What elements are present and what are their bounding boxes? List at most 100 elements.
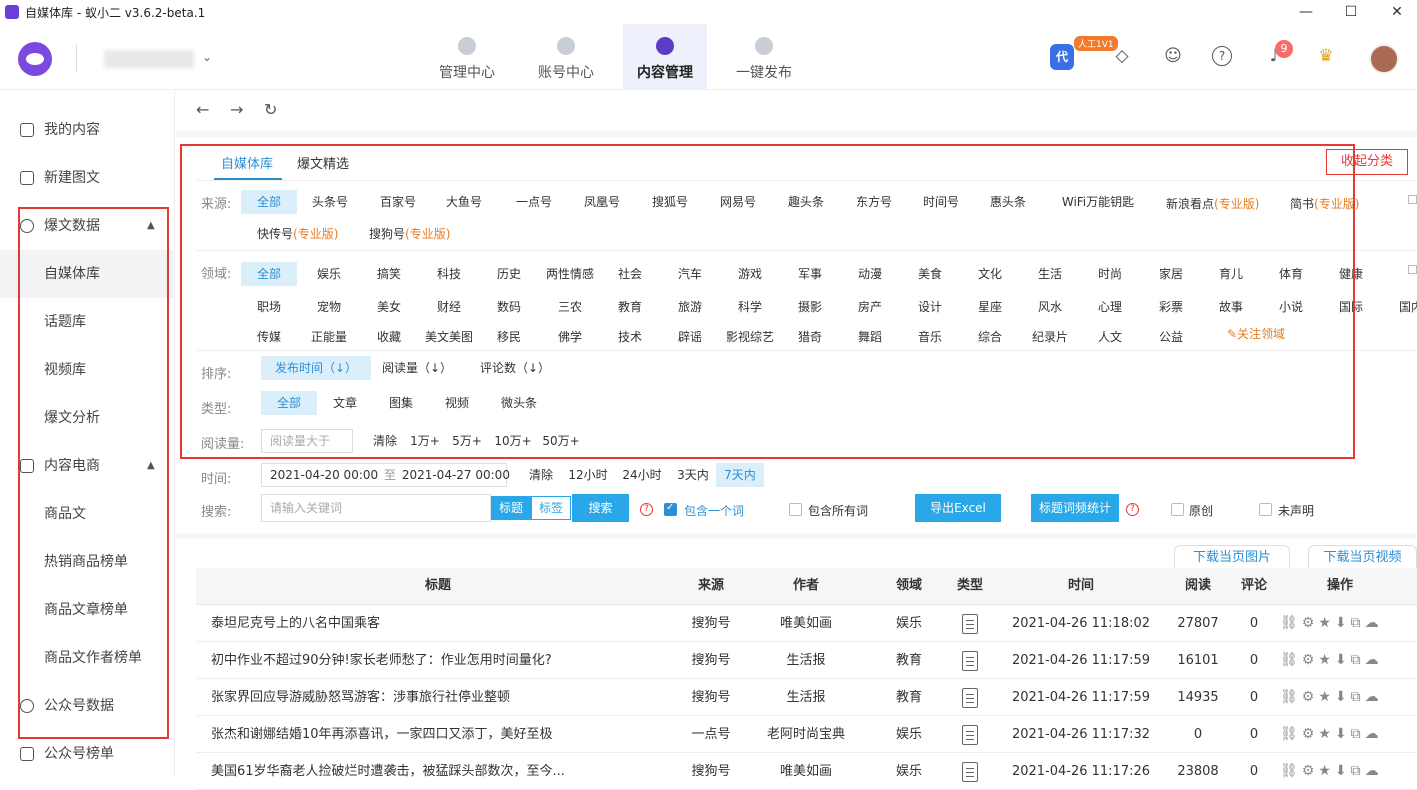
row-title[interactable]: 初中作业不超过90分钟!家长老师愁了：作业怎用时间量化? — [211, 642, 671, 679]
expand-icon[interactable] — [1408, 265, 1417, 274]
row-title[interactable]: 泰坦尼克号上的八名中国乘客 — [211, 605, 671, 642]
divider — [176, 533, 1417, 539]
sidebar-item-label: 我的内容 — [44, 122, 100, 138]
table-row[interactable]: 初中作业不超过90分钟!家长老师愁了：作业怎用时间量化? 搜狗号 生活报 教育 2021… — [196, 642, 1417, 679]
nav-tab-accounts[interactable]: 账号中心 — [524, 24, 608, 90]
col-time: 时间 — [1067, 578, 1094, 593]
row-author[interactable]: 生活报 — [742, 642, 870, 679]
divider — [76, 44, 77, 72]
app-logo-icon — [18, 42, 52, 76]
help-icon[interactable]: ? — [1212, 46, 1232, 66]
row-title[interactable]: 美国61岁华裔老人捡破烂时遭袭击，被猛踩头部数次，至今... — [211, 753, 671, 790]
new-post-icon — [20, 171, 34, 185]
monitor-icon — [458, 37, 476, 55]
tag-icon[interactable]: ◇ — [1110, 44, 1134, 68]
close-button[interactable]: ✕ — [1387, 2, 1407, 22]
crown-icon[interactable]: ♛ — [1314, 44, 1338, 68]
minimize-button[interactable]: — — [1296, 2, 1316, 22]
time-option[interactable]: 清除 — [521, 463, 561, 487]
search-input[interactable]: 请输入关键词 — [261, 494, 491, 522]
row-field: 娱乐 — [895, 616, 922, 631]
search-button[interactable]: 搜索 — [572, 494, 629, 522]
export-excel-button[interactable]: 导出Excel — [915, 494, 1001, 522]
time-option[interactable]: 3天内 — [672, 463, 714, 487]
row-author[interactable]: 老阿时尚宝典 — [742, 716, 870, 753]
row-author[interactable]: 唯美如画 — [742, 753, 870, 790]
scope-tag-toggle[interactable]: 标签 — [531, 496, 571, 520]
row-time: 2021-04-26 11:17:59 — [1011, 690, 1151, 705]
undeclared-checkbox[interactable] — [1259, 503, 1272, 516]
row-title[interactable]: 张杰和谢娜结婚10年再添喜讯，一家四口又添丁，美好至极 — [211, 716, 671, 753]
table-row[interactable]: 泰坦尼克号上的八名中国乘客 搜狗号 唯美如画 娱乐 2021-04-26 11:18:0… — [196, 605, 1417, 642]
row-action-icons[interactable]: ⛓⚙★⬇⧉☁ — [1280, 753, 1417, 790]
row-comments: 0 — [1249, 653, 1259, 668]
expand-icon[interactable] — [1408, 195, 1417, 204]
row-field: 娱乐 — [895, 727, 922, 742]
field-option[interactable]: 国内 — [1383, 295, 1417, 319]
highlight-box-filters — [180, 144, 1355, 459]
article-type-icon — [962, 725, 978, 745]
row-action-icons[interactable]: ⛓⚙★⬇⧉☁ — [1280, 642, 1417, 679]
account-icon — [557, 37, 575, 55]
maximize-button[interactable]: ☐ — [1341, 2, 1361, 22]
row-author[interactable]: 生活报 — [742, 679, 870, 716]
refresh-icon[interactable]: ↻ — [264, 100, 277, 119]
row-reads: 27807 — [1177, 616, 1219, 631]
col-author: 作者 — [792, 578, 819, 593]
time-option[interactable]: 7天内 — [716, 463, 764, 487]
publish-icon — [755, 37, 773, 55]
forward-icon[interactable]: → — [230, 100, 243, 119]
contains-one-label: 包含一个词 — [684, 504, 745, 518]
contains-all-checkbox[interactable] — [789, 503, 802, 516]
row-time: 2021-04-26 11:18:02 — [1011, 616, 1151, 631]
help-icon[interactable]: ? — [640, 503, 653, 516]
row-field: 娱乐 — [895, 764, 922, 779]
vip-service-icon[interactable]: 代 — [1050, 44, 1074, 70]
article-type-icon — [962, 614, 978, 634]
col-source: 来源 — [697, 578, 724, 593]
title-word-freq-button[interactable]: 标题词频统计 — [1031, 494, 1119, 522]
row-time: 2021-04-26 11:17:26 — [1011, 764, 1151, 779]
col-reads: 阅读 — [1184, 578, 1211, 593]
row-source: 一点号 — [691, 727, 731, 742]
help-icon[interactable]: ? — [1126, 503, 1139, 516]
scope-title-toggle[interactable]: 标题 — [491, 496, 531, 520]
robot-icon[interactable]: ☺ — [1161, 44, 1185, 68]
article-type-icon — [962, 762, 978, 782]
avatar[interactable] — [1369, 44, 1399, 74]
col-field: 领域 — [895, 578, 922, 593]
row-source: 搜狗号 — [691, 764, 731, 779]
back-icon[interactable]: ← — [196, 100, 209, 119]
sidebar-item-new-post[interactable]: 新建图文 — [0, 154, 175, 202]
table-row[interactable]: 美国61岁华裔老人捡破烂时遭袭击，被猛踩头部数次，至今... 搜狗号 唯美如画 娱乐 2… — [196, 753, 1417, 790]
table-row[interactable]: 张家界回应导游威胁怒骂游客：涉事旅行社停业整顿 搜狗号 生活报 教育 2021-04-2… — [196, 679, 1417, 716]
row-title[interactable]: 张家界回应导游威胁怒骂游客：涉事旅行社停业整顿 — [211, 679, 671, 716]
time-label: 时间: — [201, 472, 232, 487]
nav-tab-label: 账号中心 — [538, 65, 594, 81]
nav-tab-publish[interactable]: 一键发布 — [722, 24, 806, 90]
nav-tab-management[interactable]: 管理中心 — [425, 24, 509, 90]
row-time: 2021-04-26 11:17:32 — [1011, 727, 1151, 742]
row-action-icons[interactable]: ⛓⚙★⬇⧉☁ — [1280, 679, 1417, 716]
date-range-input[interactable]: 2021-04-20 00:00 至 2021-04-27 00:00 — [261, 463, 510, 487]
account-name-blurred[interactable] — [104, 50, 194, 68]
download-page-images-button[interactable]: 下载当页图片 — [1174, 545, 1290, 569]
row-action-icons[interactable]: ⛓⚙★⬇⧉☁ — [1280, 716, 1417, 753]
download-page-videos-button[interactable]: 下载当页视频 — [1308, 545, 1417, 569]
original-label: 原创 — [1189, 504, 1214, 518]
article-type-icon — [962, 688, 978, 708]
col-title: 标题 — [424, 578, 451, 593]
contains-one-checkbox[interactable] — [664, 502, 677, 516]
row-author[interactable]: 唯美如画 — [742, 605, 870, 642]
row-reads: 14935 — [1177, 690, 1219, 705]
col-actions: 操作 — [1326, 578, 1353, 593]
original-checkbox[interactable] — [1171, 503, 1184, 516]
time-option[interactable]: 24小时 — [617, 463, 667, 487]
table-row[interactable]: 张杰和谢娜结婚10年再添喜讯，一家四口又添丁，美好至极 一点号 老阿时尚宝典 娱乐 20… — [196, 716, 1417, 753]
nav-tab-content[interactable]: 内容管理 — [623, 24, 707, 90]
sidebar-item-my-content[interactable]: 我的内容 — [0, 106, 175, 154]
chevron-down-icon[interactable]: ⌄ — [202, 50, 212, 64]
time-option[interactable]: 12小时 — [563, 463, 613, 487]
window-title: 自媒体库 - 蚁小二 v3.6.2-beta.1 — [25, 6, 206, 20]
row-action-icons[interactable]: ⛓⚙★⬇⧉☁ — [1280, 605, 1417, 642]
